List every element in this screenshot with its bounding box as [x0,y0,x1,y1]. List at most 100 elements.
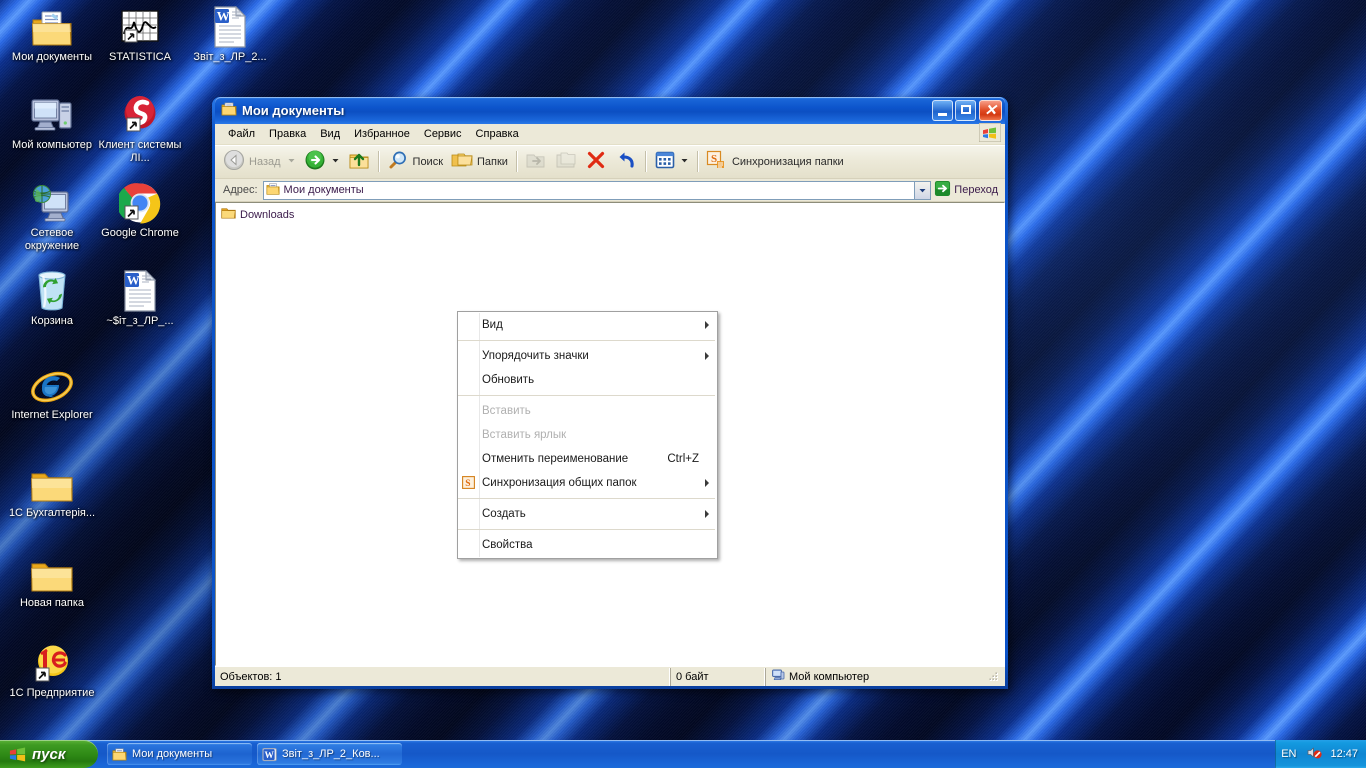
context-menu[interactable]: Вид Упорядочить значки Обновить Вставить Вст… [457,311,718,559]
desktop-icon-recycle-bin[interactable]: Корзина [6,268,98,328]
task-my-documents[interactable]: Мои документы [107,743,252,765]
svg-text:S: S [465,479,470,489]
back-dropdown-icon[interactable] [287,156,296,168]
go-button[interactable]: Переход [931,180,1003,200]
desktop-icon-label: Internet Explorer [11,409,93,421]
desktop-icon-my-documents[interactable]: Мои документы [6,4,98,64]
clock[interactable]: 12:47 [1330,748,1358,760]
folders-button[interactable]: Папки [447,149,512,175]
folders-label: Папки [477,155,508,168]
desktop-icon-google-chrome[interactable]: Google Chrome [94,180,186,240]
computer-icon [6,92,98,136]
desktop-icon-lz-system-client[interactable]: Клиент системы ЛІ... [94,92,186,165]
menu-help[interactable]: Справка [469,126,526,142]
svg-text:W: W [127,273,140,288]
up-button[interactable] [344,149,374,175]
forward-arrow-icon [304,149,326,174]
list-item[interactable]: Downloads [216,206,376,223]
my-documents-folder-icon [266,182,280,199]
window-titlebar[interactable]: Мои документы ✕ [215,97,1005,124]
submenu-arrow-icon [705,479,709,487]
desktop-icon-my-computer[interactable]: Мой компьютер [6,92,98,152]
menu-tools[interactable]: Сервис [417,126,469,142]
start-label: пуск [32,745,66,763]
lz-client-icon [94,92,186,136]
desktop-icon-zvit-lr2-doc[interactable]: W Звіт_з_ЛР_2... [184,4,276,64]
desktop-icon-statistica[interactable]: STATISTICA [94,4,186,64]
menu-edit[interactable]: Правка [262,126,313,142]
ctx-properties[interactable]: Свойства [458,533,717,557]
toolbar[interactable]: Назад Поиск Папки S Синхронизация папки [215,145,1005,179]
desktop-icon-label: Мои документы [11,51,93,63]
minimize-button[interactable] [932,100,953,121]
1c-icon [6,640,98,684]
back-arrow-icon [223,149,245,174]
search-button[interactable]: Поиск [383,149,447,175]
move-to-folder-icon [525,149,547,174]
delete-button[interactable] [581,149,611,175]
desktop-icon-new-folder[interactable]: Новая папка [6,550,98,610]
ctx-undo-rename[interactable]: Отменить переименование Ctrl+Z [458,447,717,471]
desktop-icon-label: STATISTICA [109,51,171,63]
chevron-down-icon[interactable] [914,181,931,199]
taskbar[interactable]: пуск Мои документы W Звіт_з_ЛР_2_Ков... … [0,740,1366,768]
maximize-button[interactable] [955,100,976,121]
close-button[interactable]: ✕ [979,100,1002,121]
start-button[interactable]: пуск [0,740,98,768]
desktop-icon-internet-explorer[interactable]: Internet Explorer [6,362,98,422]
toolbar-separator [377,151,379,172]
toolbar-separator-3 [644,151,646,172]
sync-s-icon: S [462,476,476,490]
context-menu-item-label: Отменить переименование [482,453,629,465]
ctx-paste: Вставить [458,399,717,423]
context-menu-accelerator: Ctrl+Z [667,453,699,465]
desktop-icon-network-places[interactable]: Сетевое окружение [6,180,98,253]
desktop-icon-label: Клиент системы ЛІ... [98,139,182,164]
resize-grip-icon[interactable] [988,671,1000,683]
copy-to-folder-button[interactable] [551,149,581,175]
context-menu-item-label: Создать [482,508,526,520]
task-zvit-word[interactable]: W Звіт_з_ЛР_2_Ков... [257,743,402,765]
desktop-icon-zvit-lr-temp-doc[interactable]: W ~$іт_з_ЛР_... [94,268,186,328]
status-location-label: Мой компьютер [789,670,870,683]
sync-folder-button[interactable]: S Синхронизация папки [702,149,848,175]
ctx-refresh[interactable]: Обновить [458,368,717,392]
ctx-new[interactable]: Создать [458,502,717,526]
desktop-icon-label: 1C Предприятие [9,687,95,699]
system-tray[interactable]: EN 12:47 [1275,740,1366,768]
search-label: Поиск [412,155,444,168]
back-button[interactable]: Назад [219,149,300,175]
menu-favorites[interactable]: Избранное [347,126,417,142]
menu-file[interactable]: Файл [221,126,262,142]
back-label: Назад [249,155,281,168]
desktop-icon-label: Мой компьютер [11,139,93,151]
desktop-icon-label: ~$іт_з_ЛР_... [106,315,174,327]
list-item-label: Downloads [240,208,295,221]
forward-button[interactable] [300,149,344,175]
menubar[interactable]: Файл Правка Вид Избранное Сервис Справка [215,122,1005,145]
address-label: Адрес: [223,184,258,196]
ctx-sync-shared-folders[interactable]: S Синхронизация общих папок [458,471,717,495]
status-size: 0 байт [670,667,765,686]
context-menu-separator [458,395,715,396]
windows-flag-logo [978,122,1002,145]
desktop-icon-1c-enterprise[interactable]: 1C Предприятие [6,640,98,700]
ctx-view[interactable]: Вид [458,313,717,337]
speaker-muted-icon[interactable] [1306,745,1323,763]
menu-view[interactable]: Вид [313,126,347,142]
ctx-arrange-icons[interactable]: Упорядочить значки [458,344,717,368]
desktop-icon-1c-buhgalteria[interactable]: 1C Бухгалтерія... [6,460,98,520]
language-indicator[interactable]: EN [1281,748,1296,760]
views-button[interactable] [650,149,693,175]
statistica-chart-icon [94,4,186,48]
move-to-folder-button[interactable] [521,149,551,175]
folder-documents-icon [6,4,98,48]
views-dropdown-icon[interactable] [680,156,689,168]
forward-dropdown-icon[interactable] [331,156,340,168]
sync-folder-label: Синхронизация папки [731,155,844,168]
svg-text:W: W [264,750,274,760]
address-bar[interactable]: Адрес: Мои документы Переход [215,179,1005,202]
undo-button[interactable] [611,149,641,175]
svg-text:W: W [217,9,230,24]
address-input[interactable]: Мои документы [262,180,932,200]
